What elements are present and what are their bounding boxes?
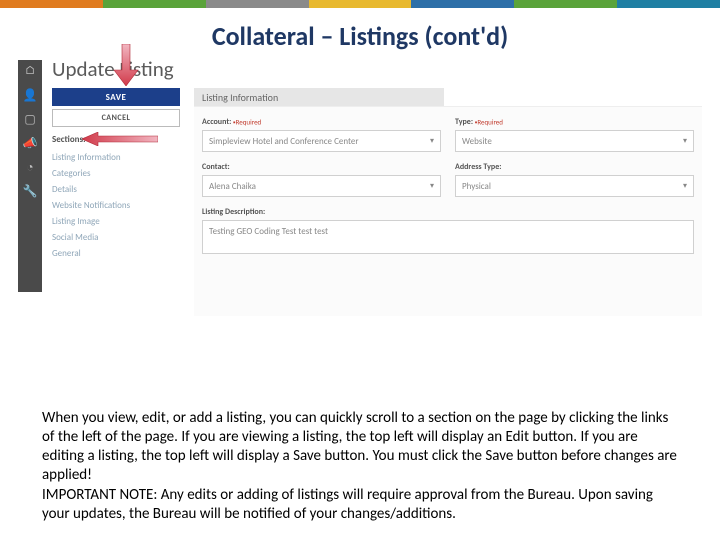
- description-textarea[interactable]: Testing GEO Coding Test test test: [202, 220, 694, 254]
- description-label: Listing Description:: [202, 207, 694, 217]
- chart-icon[interactable]: ◔: [23, 160, 37, 174]
- section-link[interactable]: Details: [52, 182, 180, 198]
- wrench-icon[interactable]: 🔧: [23, 184, 37, 198]
- contact-label: Contact:: [202, 162, 441, 172]
- save-button[interactable]: SAVE: [52, 88, 180, 106]
- account-label: Account: ▪Required: [202, 117, 441, 127]
- account-select[interactable]: Simpleview Hotel and Conference Center: [202, 130, 441, 152]
- listing-info-header: Listing Information: [194, 88, 444, 106]
- section-link[interactable]: Social Media: [52, 230, 180, 246]
- sections-label: Sections:: [52, 134, 86, 145]
- megaphone-icon[interactable]: 📣: [23, 136, 37, 150]
- section-link[interactable]: Listing Information: [52, 150, 180, 166]
- section-link[interactable]: General: [52, 246, 180, 262]
- section-link[interactable]: Categories: [52, 166, 180, 182]
- sections-nav: Listing Information Categories Details W…: [52, 150, 180, 262]
- address-type-select[interactable]: Physical: [455, 175, 694, 197]
- address-type-label: Address Type:: [455, 162, 694, 172]
- app-screenshot: ⌂ 👤 ▢ 📣 ◔ 🔧 Update Listing SAVE CANCEL S…: [18, 60, 702, 328]
- section-link[interactable]: Listing Image: [52, 214, 180, 230]
- arrow-to-save-icon: [108, 44, 144, 86]
- type-select[interactable]: Website: [455, 130, 694, 152]
- section-link[interactable]: Website Notifications: [52, 198, 180, 214]
- image-icon[interactable]: ▢: [23, 112, 37, 126]
- contact-select[interactable]: Alena Chaika: [202, 175, 441, 197]
- type-label: Type: ▪Required: [455, 117, 694, 127]
- slide-body-text: When you view, edit, or add a listing, y…: [42, 409, 678, 524]
- arrow-to-sections-icon: [82, 132, 158, 146]
- home-icon[interactable]: ⌂: [23, 64, 37, 78]
- form-panel: Account: ▪Required Simpleview Hotel and …: [194, 106, 702, 316]
- cancel-button[interactable]: CANCEL: [52, 109, 180, 127]
- top-color-bar: [0, 0, 720, 8]
- left-icon-rail: ⌂ 👤 ▢ 📣 ◔ 🔧: [18, 60, 42, 292]
- user-icon[interactable]: 👤: [23, 88, 37, 102]
